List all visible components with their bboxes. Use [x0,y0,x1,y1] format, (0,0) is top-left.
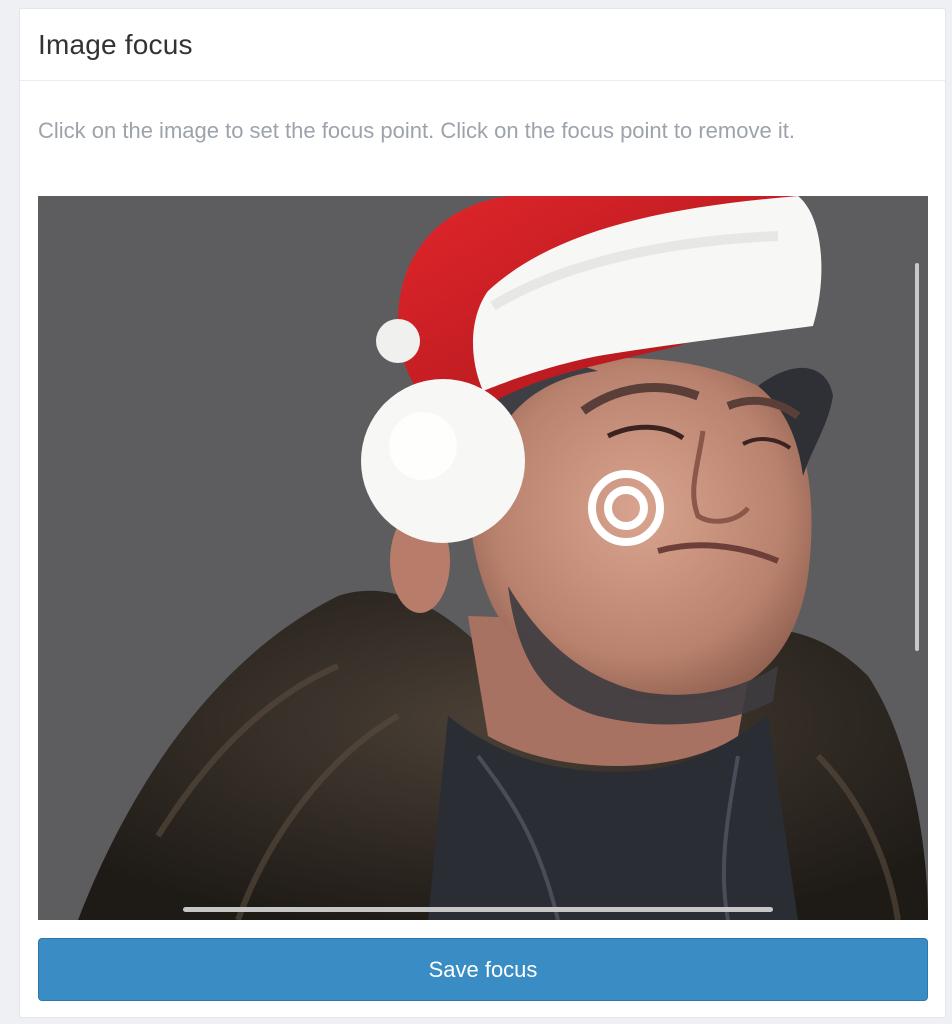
horizontal-scrollbar[interactable] [183,907,773,912]
panel-header: Image focus [20,9,945,81]
portrait-image [38,196,928,920]
focus-point-target-icon[interactable] [586,468,666,548]
focus-image-area[interactable] [38,196,928,920]
panel-title: Image focus [38,28,193,60]
target-icon [588,470,664,546]
vertical-scrollbar[interactable] [915,263,919,651]
help-text: Click on the image to set the focus poin… [38,118,795,143]
save-focus-button[interactable]: Save focus [38,938,928,1001]
image-focus-panel: Image focus Click on the image to set th… [19,8,946,1018]
